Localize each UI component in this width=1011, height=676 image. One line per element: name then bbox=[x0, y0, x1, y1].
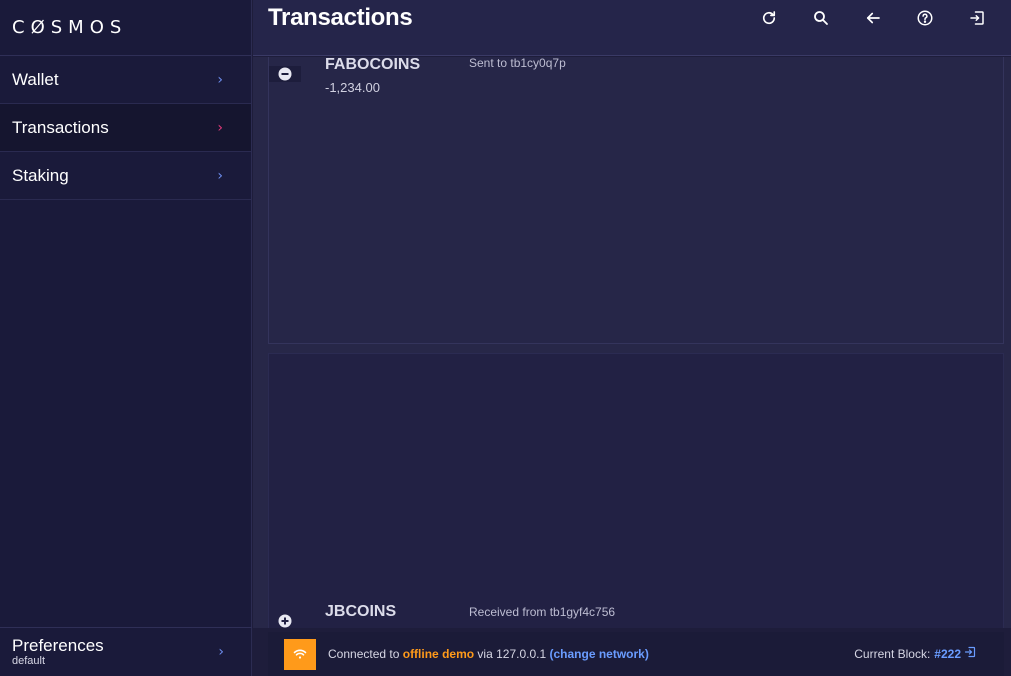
sidebar-item-label: Wallet bbox=[12, 69, 59, 89]
minus-circle-icon bbox=[269, 66, 301, 82]
sign-out-button[interactable] bbox=[951, 6, 1003, 30]
transaction-description: Sent to tb1cy0q7p bbox=[469, 57, 566, 70]
sidebar: CØSMOS Wallet › Transactions › Staking ›… bbox=[0, 0, 252, 676]
sign-out-icon bbox=[970, 11, 984, 25]
help-icon bbox=[917, 10, 933, 26]
search-icon bbox=[814, 11, 828, 25]
transactions-list: FABOCOINS -1,234.00 Sent to tb1cy0q7p JB… bbox=[253, 57, 1011, 628]
chevron-right-icon: › bbox=[217, 167, 223, 184]
block-number-link[interactable]: #222 bbox=[934, 647, 961, 661]
sidebar-item-staking[interactable]: Staking › bbox=[0, 152, 251, 200]
transaction-coin: FABOCOINS bbox=[325, 57, 421, 73]
refresh-icon bbox=[762, 11, 776, 25]
current-block: Current Block: #222 bbox=[854, 646, 976, 661]
transaction-coin: JBCOINS bbox=[325, 603, 397, 620]
transaction-item[interactable]: FABOCOINS -1,234.00 Sent to tb1cy0q7p bbox=[268, 57, 1004, 344]
page-title: Transactions bbox=[268, 4, 413, 31]
connection-status-text: Connected to offline demo via 127.0.0.1 … bbox=[328, 647, 649, 661]
header-actions bbox=[743, 6, 1003, 30]
chevron-right-icon: › bbox=[217, 71, 223, 88]
preferences-title: Preferences bbox=[12, 635, 104, 655]
change-network-link[interactable]: (change network) bbox=[549, 647, 648, 661]
search-button[interactable] bbox=[795, 6, 847, 30]
connection-status-bar: Connected to offline demo via 127.0.0.1 … bbox=[268, 632, 1004, 676]
plus-circle-icon bbox=[269, 613, 301, 628]
preferences-text: Preferences default bbox=[12, 635, 104, 668]
status-via: via 127.0.0.1 bbox=[477, 647, 547, 661]
preferences-subtitle: default bbox=[12, 654, 46, 667]
logo-bar: CØSMOS bbox=[0, 0, 251, 56]
back-arrow-icon bbox=[866, 12, 880, 24]
transaction-item[interactable]: JBCOINS Received from tb1gyf4c756 bbox=[268, 353, 1004, 628]
sidebar-item-wallet[interactable]: Wallet › bbox=[0, 56, 251, 104]
page-header: Transactions bbox=[253, 0, 1011, 56]
sidebar-item-transactions[interactable]: Transactions › bbox=[0, 104, 251, 152]
cosmos-logo[interactable]: CØSMOS bbox=[12, 17, 127, 38]
back-button[interactable] bbox=[847, 6, 899, 30]
chevron-right-icon: › bbox=[218, 644, 224, 660]
sidebar-item-label: Staking bbox=[12, 165, 69, 185]
wifi-icon bbox=[284, 638, 316, 670]
block-label: Current Block: bbox=[854, 647, 931, 661]
help-button[interactable] bbox=[899, 6, 951, 30]
external-link-icon[interactable] bbox=[964, 646, 976, 658]
transaction-description: Received from tb1gyf4c756 bbox=[469, 605, 616, 619]
network-name: offline demo bbox=[402, 647, 475, 661]
refresh-button[interactable] bbox=[743, 6, 795, 30]
transaction-amount: -1,234.00 bbox=[325, 80, 380, 95]
sidebar-item-label: Transactions bbox=[12, 117, 109, 137]
sidebar-item-preferences[interactable]: Preferences default › bbox=[0, 627, 252, 676]
chevron-right-icon: › bbox=[217, 119, 223, 136]
status-prefix: Connected to bbox=[328, 647, 400, 661]
